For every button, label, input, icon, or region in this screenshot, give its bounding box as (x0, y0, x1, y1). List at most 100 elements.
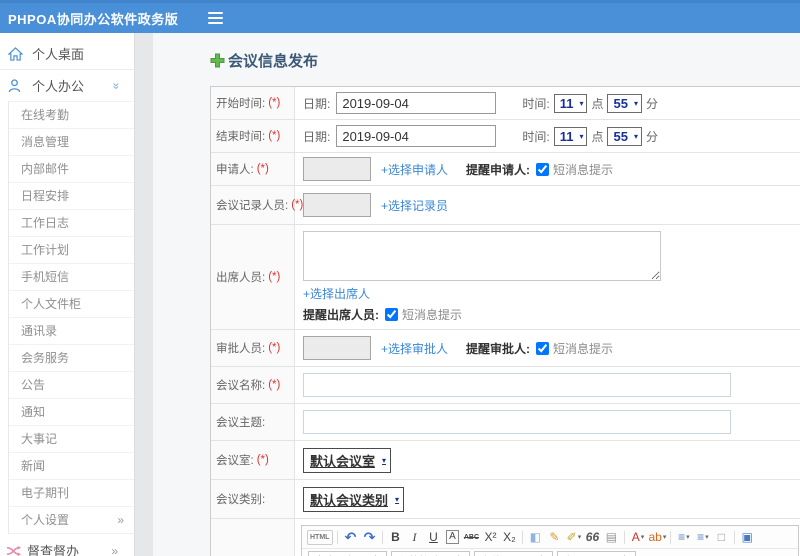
required-mark: (*) (268, 271, 281, 283)
meeting-category-select[interactable]: 默认会议类别 ▾ (303, 486, 405, 512)
menu-notice[interactable]: 通知 (9, 398, 134, 425)
fullscreen-icon[interactable]: ▣ (739, 528, 756, 546)
underline-button[interactable]: U (425, 528, 442, 546)
menu-personal-settings[interactable]: 个人设置 » (9, 506, 134, 533)
font-box-button[interactable]: A (444, 528, 461, 546)
submenu-item-label: 手机短信 (21, 270, 70, 284)
required-mark: (*) (268, 97, 281, 109)
menu-memorabilia[interactable]: 大事记 (9, 425, 134, 452)
clean-format-icon[interactable]: ✎ (546, 528, 563, 546)
eraser-icon[interactable]: ◧ (527, 528, 544, 546)
date-label: 日期: (303, 129, 331, 144)
choose-recorder-link[interactable]: +选择记录员 (381, 197, 448, 214)
rich-text-editor: HTML ↶ ↷ B I U A ABC X² X₂ ◧ ✎ ✐ ▾ 66 ▤ … (301, 525, 799, 556)
end-hour-select[interactable]: 11 ▾ (553, 126, 588, 146)
menu-work-plan[interactable]: 工作计划 (9, 236, 134, 263)
submenu-item-label: 个人设置 (21, 513, 70, 527)
menu-conference-service[interactable]: 会务服务 (9, 344, 134, 371)
required-mark: (*) (268, 379, 281, 391)
menu-message-management[interactable]: 消息管理 (9, 128, 134, 155)
attendees-sms-checkbox[interactable] (385, 308, 398, 321)
caret-down-icon: ▾ (395, 494, 400, 504)
redo-icon[interactable]: ↷ (361, 528, 378, 546)
custom-heading-select[interactable]: 自定义标题▾ (308, 551, 387, 556)
choose-attendees-link[interactable]: +选择出席人 (303, 285, 370, 302)
unordered-list-button[interactable]: ≡ ▾ (694, 528, 711, 546)
sidebar-item-supervision[interactable]: 督查督办 » (0, 534, 134, 556)
app-title: PHPOA协同办公软件政务版 (8, 11, 179, 27)
caret-down-icon: ▾ (382, 455, 387, 465)
new-document-icon[interactable]: □ (713, 528, 730, 546)
template-icon[interactable]: ▤ (603, 528, 620, 546)
applicant-input[interactable] (303, 157, 371, 181)
choose-applicant-link[interactable]: +选择申请人 (381, 161, 448, 178)
toolbar-separator (734, 530, 736, 544)
editor-toolbar-row1: HTML ↶ ↷ B I U A ABC X² X₂ ◧ ✎ ✐ ▾ 66 ▤ … (302, 526, 798, 549)
start-hour-select[interactable]: 11 ▾ (553, 93, 588, 113)
field-label: 会议类别: (216, 494, 266, 506)
menu-contacts[interactable]: 通讯录 (9, 317, 134, 344)
meeting-room-select[interactable]: 默认会议室 ▾ (303, 447, 392, 473)
menu-mobile-sms[interactable]: 手机短信 (9, 263, 134, 290)
approver-input[interactable] (303, 336, 371, 360)
menu-news[interactable]: 新闻 (9, 452, 134, 479)
superscript-button[interactable]: X² (482, 528, 499, 546)
screenshot-icon[interactable]: ▦ (778, 552, 795, 556)
paragraph-format-select[interactable]: 段落格式▾ (391, 551, 470, 556)
approver-sms-checkbox[interactable] (536, 341, 550, 355)
start-minute-select[interactable]: 55 ▾ (607, 93, 642, 113)
end-minute-select[interactable]: 55 ▾ (607, 126, 642, 146)
unlink-icon[interactable]: ∞ (740, 552, 757, 556)
attendees-textarea[interactable] (303, 231, 661, 281)
sidebar-item-personal-desktop[interactable]: 个人桌面 (0, 38, 134, 70)
menu-e-journal[interactable]: 电子期刊 (9, 479, 134, 506)
menu-internal-mail[interactable]: 内部邮件 (9, 155, 134, 182)
hamburger-menu-icon[interactable] (204, 8, 227, 28)
bold-button[interactable]: B (387, 528, 404, 546)
meeting-name-input[interactable] (303, 373, 731, 397)
meeting-subject-input[interactable] (303, 410, 731, 434)
sidebar-item-label: 督查督办 (27, 544, 80, 556)
form-row-end-time: 结束时间:(*) 日期: 时间: 11▾ 点 55▾ 分 (211, 120, 800, 153)
personal-office-submenu: 在线考勤 消息管理 内部邮件 日程安排 工作日志 工作计划 手机短信 个人文件柜… (8, 101, 134, 534)
highlight-color-button[interactable]: ab ▾ (648, 528, 666, 546)
applicant-sms-checkbox[interactable] (536, 162, 550, 176)
start-date-input[interactable] (336, 92, 497, 114)
menu-personal-file-cabinet[interactable]: 个人文件柜 (9, 290, 134, 317)
font-family-select[interactable]: 字体▾ (474, 551, 553, 556)
remind-approver-label: 提醒审批人: (466, 341, 531, 356)
submenu-item-label: 通讯录 (21, 324, 58, 338)
form-row-meeting-category: 会议类别: 默认会议类别 ▾ (211, 480, 800, 519)
ordered-list-button[interactable]: ≡ ▾ (675, 528, 692, 546)
html-source-button[interactable]: HTML (307, 529, 334, 545)
blockquote-button[interactable]: 66 (584, 528, 601, 546)
image-icon[interactable]: ▦ (759, 552, 776, 556)
format-painter-icon[interactable]: ✐ ▾ (565, 528, 582, 546)
strikethrough-button[interactable]: ABC (463, 528, 480, 546)
font-size-select[interactable]: 字号▾ (557, 551, 636, 556)
menu-schedule[interactable]: 日程安排 (9, 182, 134, 209)
align-right-icon[interactable]: ≡ (683, 552, 700, 556)
choose-approver-link[interactable]: +选择审批人 (381, 340, 448, 357)
chevron-right-icon: » (111, 543, 118, 556)
italic-button[interactable]: I (406, 528, 423, 546)
toolbar-separator (337, 530, 339, 544)
menu-online-attendance[interactable]: 在线考勤 (9, 101, 134, 128)
menu-work-log[interactable]: 工作日志 (9, 209, 134, 236)
minute-unit-label: 分 (645, 96, 658, 111)
submenu-item-label: 会务服务 (21, 351, 70, 365)
subscript-button[interactable]: X₂ (501, 528, 518, 546)
align-center-icon[interactable]: ≡ (664, 552, 681, 556)
required-mark: (*) (268, 130, 281, 142)
remind-applicant-label: 提醒申请人: (466, 162, 531, 177)
sidebar-item-personal-office[interactable]: 个人办公 » (0, 70, 134, 101)
recorder-input[interactable] (303, 193, 371, 217)
align-justify-icon[interactable]: ≡ (702, 552, 719, 556)
page-title-text: 会议信息发布 (228, 53, 319, 70)
menu-announcement[interactable]: 公告 (9, 371, 134, 398)
font-color-button[interactable]: A ▾ (629, 528, 646, 546)
link-icon[interactable]: ∞ (721, 552, 738, 556)
align-left-icon[interactable]: ≡ (645, 552, 662, 556)
undo-icon[interactable]: ↶ (342, 528, 359, 546)
end-date-input[interactable] (336, 125, 497, 147)
